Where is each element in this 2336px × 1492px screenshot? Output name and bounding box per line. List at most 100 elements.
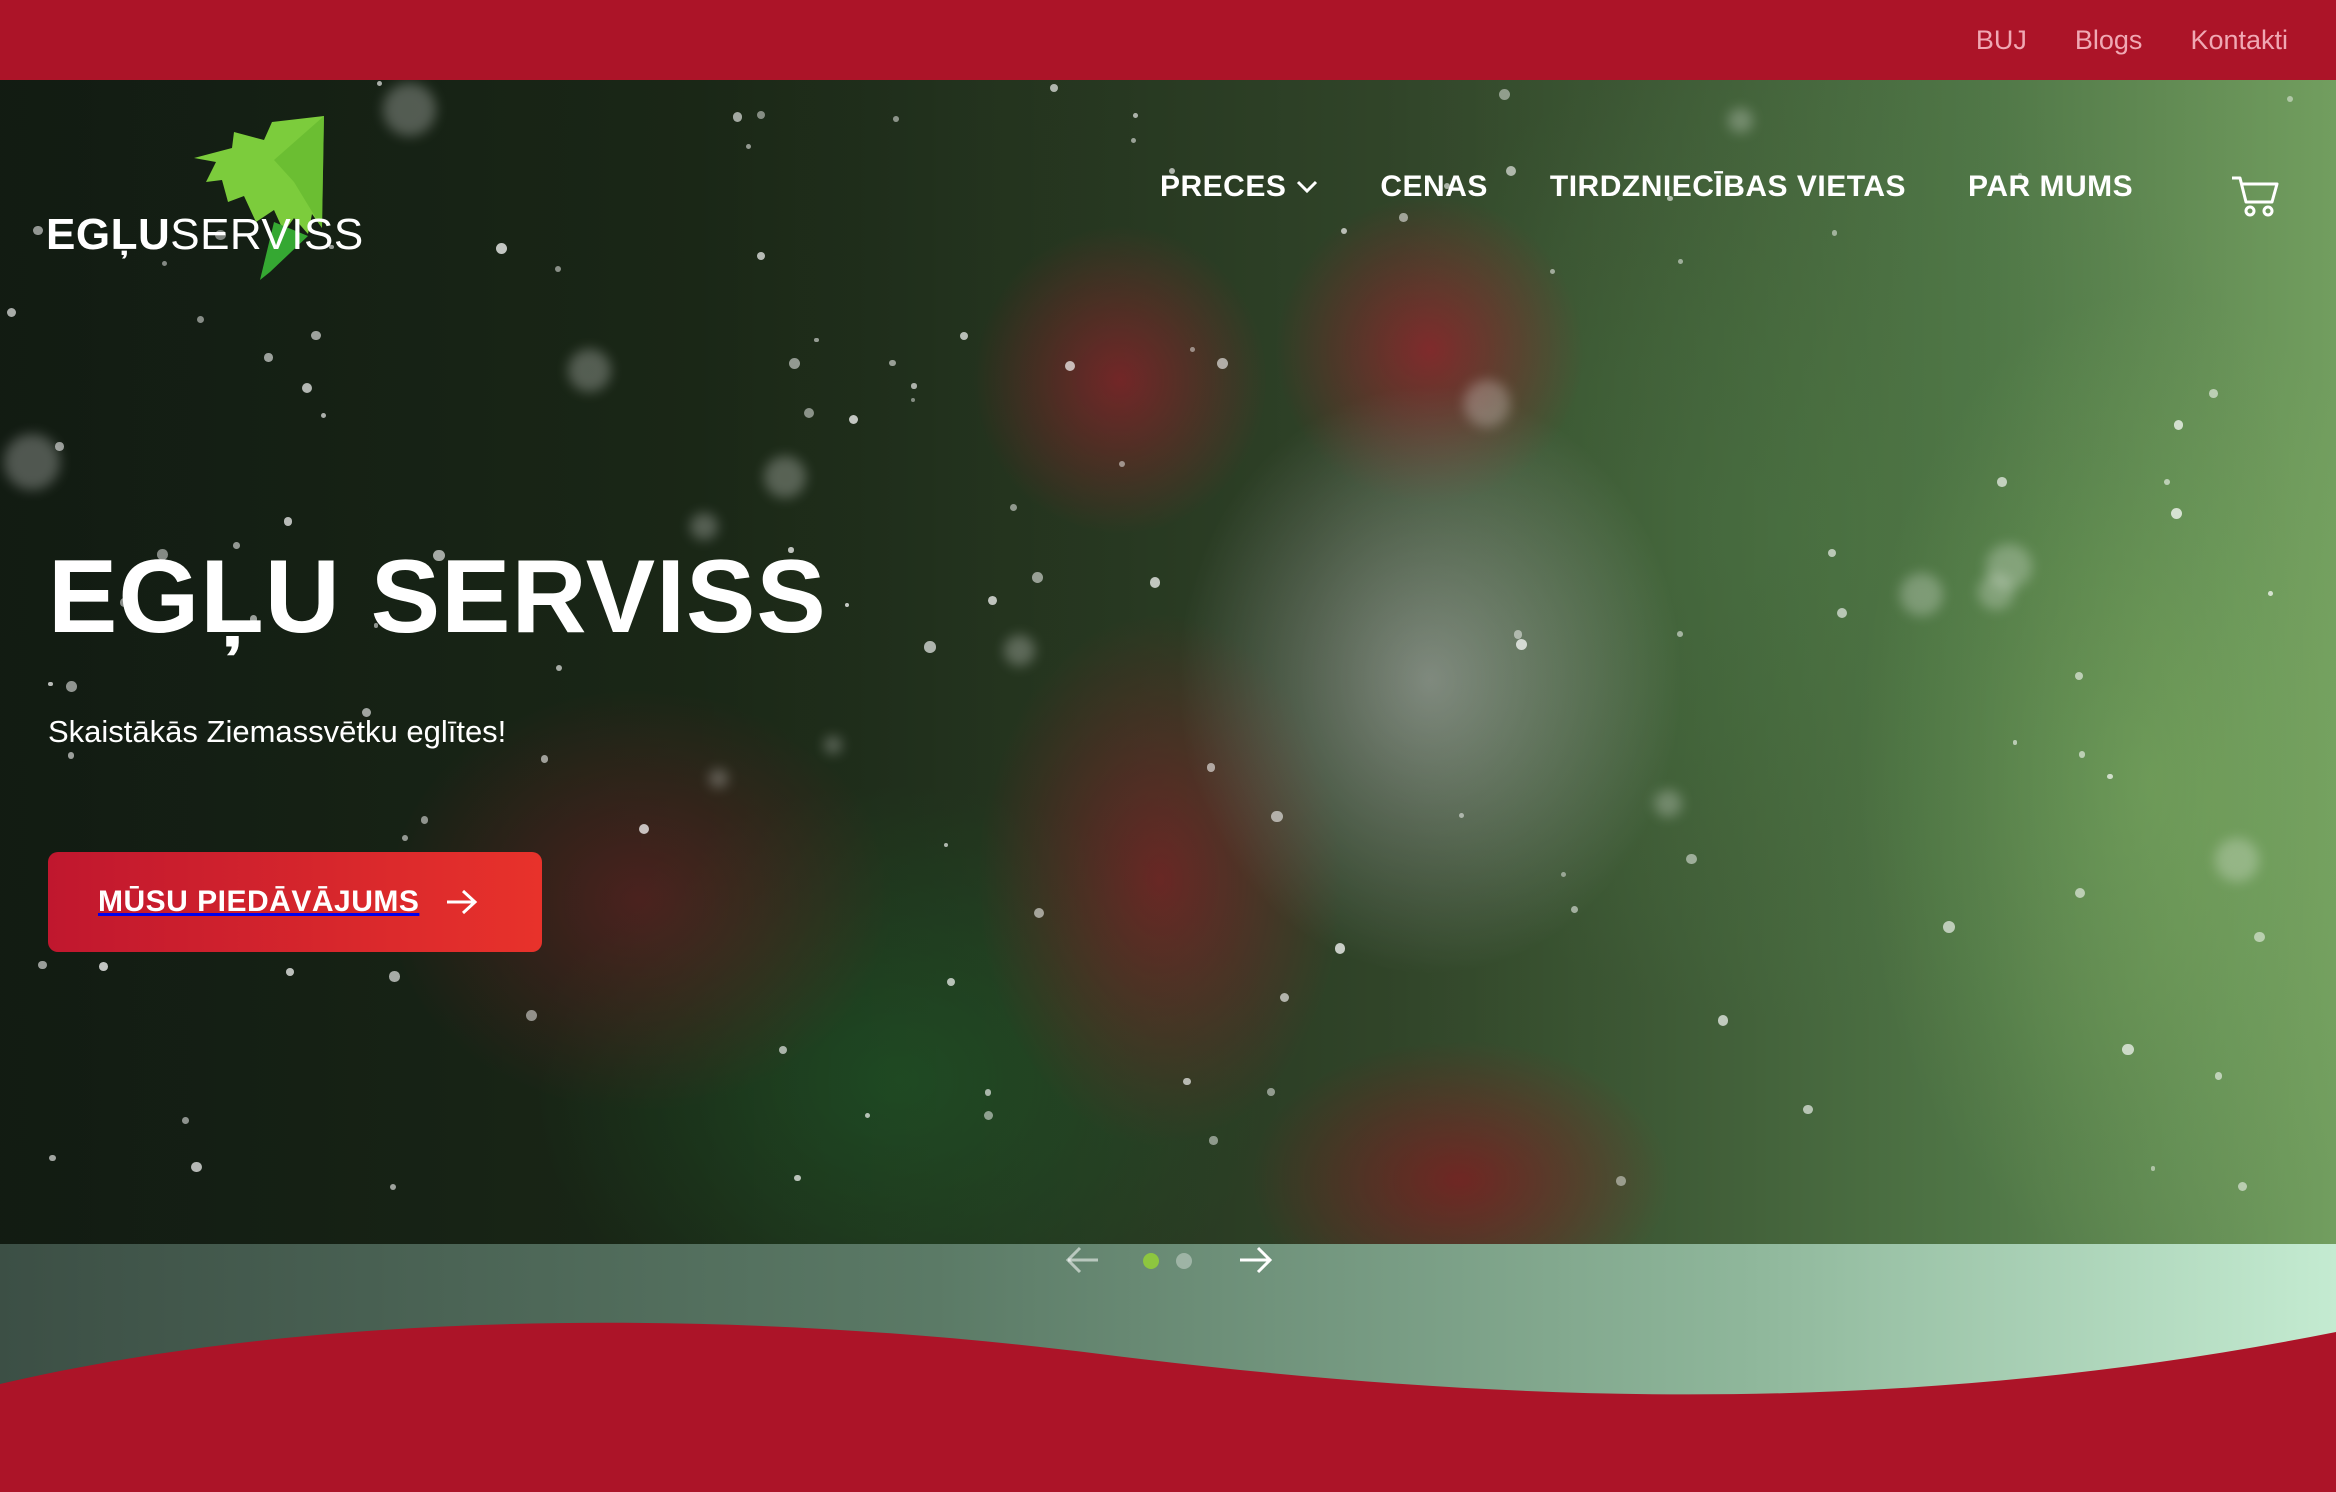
snowflake bbox=[264, 353, 273, 362]
wave-divider bbox=[0, 1322, 2336, 1492]
snowflake bbox=[2209, 389, 2218, 398]
cta-label: MŪSU PIEDĀVĀJUMS bbox=[98, 885, 420, 918]
snowflake bbox=[1997, 477, 2007, 487]
snowflake bbox=[1942, 921, 1955, 934]
logo-word-eglu: EGĻU bbox=[46, 210, 171, 259]
snowflake bbox=[2012, 740, 2018, 745]
snowflake bbox=[1189, 347, 1195, 353]
snowflake bbox=[1686, 854, 1697, 865]
logo-word-serviss: SERVISS bbox=[170, 210, 364, 259]
snowflake bbox=[38, 960, 47, 969]
snowflake bbox=[1340, 227, 1347, 234]
snowflake bbox=[1498, 88, 1510, 100]
snowflake bbox=[2078, 751, 2086, 758]
snowflake bbox=[49, 1154, 56, 1162]
snowflake bbox=[1150, 577, 1161, 588]
snowflake bbox=[4, 433, 61, 490]
snowflake bbox=[745, 143, 751, 149]
arrow-left-icon bbox=[1065, 1246, 1098, 1274]
cart-button[interactable] bbox=[2230, 174, 2280, 218]
snowflake bbox=[924, 641, 936, 654]
link-kontakti[interactable]: Kontakti bbox=[2190, 25, 2288, 56]
snowflake bbox=[1032, 572, 1043, 583]
snowflake bbox=[848, 414, 858, 424]
snowflake bbox=[1270, 810, 1283, 823]
nav-label-cenas: CENAS bbox=[1380, 170, 1488, 203]
snowflake bbox=[2254, 931, 2266, 943]
snowflake bbox=[1515, 638, 1528, 650]
snowflake bbox=[1133, 112, 1138, 118]
snowflake bbox=[1118, 460, 1125, 467]
snowflake bbox=[983, 1111, 993, 1121]
snowflake bbox=[803, 408, 814, 419]
snowflake bbox=[301, 382, 312, 393]
snowflake bbox=[2237, 1181, 2247, 1191]
nav-item-cenas[interactable]: CENAS bbox=[1380, 170, 1488, 204]
link-blogs[interactable]: Blogs bbox=[2075, 25, 2143, 56]
snowflake bbox=[1513, 630, 1523, 639]
snowflake bbox=[98, 961, 108, 971]
snowflake bbox=[421, 816, 429, 824]
snowflake bbox=[1654, 789, 1682, 818]
slider-next-button[interactable] bbox=[1236, 1242, 1276, 1278]
top-utility-bar: BUJ Blogs Kontakti bbox=[0, 0, 2336, 80]
snowflake bbox=[48, 681, 53, 687]
arrow-right-icon bbox=[1240, 1246, 1273, 1274]
slider-dot-1[interactable] bbox=[1143, 1253, 1159, 1269]
snowflake bbox=[2163, 479, 2170, 486]
cart-icon bbox=[2232, 176, 2279, 217]
nav-label-preces: PRECES bbox=[1160, 170, 1287, 203]
snowflake bbox=[1182, 1077, 1191, 1086]
snowflake bbox=[1267, 1088, 1275, 1096]
snowflake bbox=[1570, 905, 1578, 913]
snowflake bbox=[757, 110, 766, 119]
snowflake bbox=[690, 512, 718, 540]
offers-cta-button[interactable]: MŪSU PIEDĀVĀJUMS bbox=[48, 852, 542, 952]
snowflake bbox=[1399, 213, 1408, 222]
snowflake bbox=[1064, 361, 1075, 372]
utility-nav: BUJ Blogs Kontakti bbox=[1976, 0, 2288, 80]
hero-title: EGĻU SERVISS bbox=[48, 539, 827, 655]
snowflake bbox=[2268, 591, 2274, 596]
snowflake bbox=[2215, 838, 2259, 882]
nav-label-par-mums: PAR MUMS bbox=[1968, 170, 2134, 203]
snowflake bbox=[1033, 907, 1044, 918]
snowflake bbox=[1727, 107, 1754, 134]
logo-wordmark: EGĻUSERVISS bbox=[46, 210, 364, 260]
snowflake bbox=[67, 752, 74, 759]
snowflake bbox=[389, 971, 400, 982]
nav-item-preces[interactable]: PRECES bbox=[1160, 170, 1318, 204]
snowflake bbox=[568, 349, 611, 393]
snowflake bbox=[1216, 357, 1228, 369]
snowflake bbox=[401, 834, 408, 841]
snowflake bbox=[2074, 671, 2084, 680]
snowflake bbox=[311, 330, 321, 340]
snowflake bbox=[1334, 943, 1345, 954]
snowflake bbox=[988, 595, 997, 605]
tree-logo-icon bbox=[194, 116, 324, 280]
snowflake bbox=[1802, 1104, 1813, 1115]
link-buj[interactable]: BUJ bbox=[1976, 25, 2027, 56]
snowflake bbox=[2075, 887, 2086, 898]
snowflake bbox=[1463, 380, 1511, 427]
snowflake bbox=[947, 977, 956, 986]
nav-item-tirdzniecibas-vietas[interactable]: TIRDZNIECĪBAS VIETAS bbox=[1550, 170, 1906, 204]
nav-item-par-mums[interactable]: PAR MUMS bbox=[1968, 170, 2133, 204]
slider-dot-2[interactable] bbox=[1176, 1253, 1192, 1269]
hero-subtitle: Skaistākās Ziemassvētku eglītes! bbox=[48, 714, 507, 749]
slider-prev-button[interactable] bbox=[1062, 1242, 1102, 1278]
chevron-down-icon bbox=[1297, 180, 1318, 194]
snowflake bbox=[1207, 763, 1216, 772]
snowflake bbox=[2107, 773, 2113, 779]
snowflake bbox=[893, 115, 899, 122]
snowflake bbox=[283, 517, 293, 526]
snowflake bbox=[1003, 635, 1035, 667]
snowflake bbox=[191, 1161, 202, 1173]
main-nav: PRECES CENAS TIRDZNIECĪBAS VIETAS PAR MU… bbox=[1160, 170, 2133, 204]
snowflake bbox=[1209, 1136, 1218, 1145]
arrow-right-icon bbox=[447, 889, 478, 915]
snowflake bbox=[2214, 1072, 2223, 1080]
snowflake bbox=[788, 357, 800, 369]
snowflake bbox=[376, 81, 382, 87]
site-logo[interactable]: EGĻUSERVISS bbox=[46, 110, 496, 290]
